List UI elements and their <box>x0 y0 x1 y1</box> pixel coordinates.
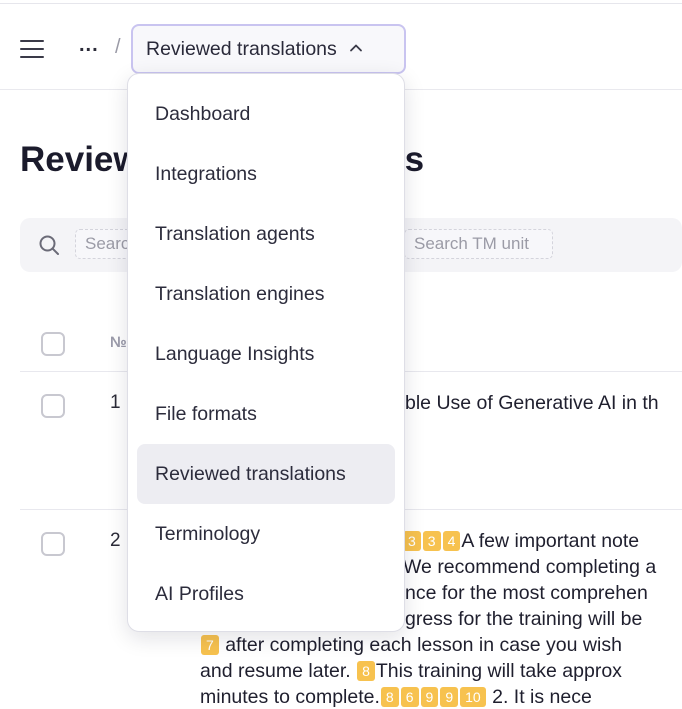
menu-item-terminology[interactable]: Terminology <box>128 504 404 564</box>
tag-marker: 8 <box>357 661 375 681</box>
search-icon[interactable] <box>38 234 60 256</box>
tag-marker: 6 <box>400 687 419 707</box>
tag-marker: 9 <box>440 687 459 707</box>
row-checkbox[interactable] <box>41 394 65 418</box>
row-source-text: ble Use of Generative AI in th <box>405 392 659 414</box>
segment-line: This training will take approx <box>375 660 622 682</box>
menu-item-translation-agents[interactable]: Translation agents <box>128 204 404 264</box>
select-all-checkbox[interactable] <box>41 332 65 356</box>
tag-marker: 3 <box>422 531 441 551</box>
row-number: 2 <box>110 530 121 551</box>
menu-item-file-formats[interactable]: File formats <box>128 384 404 444</box>
row-number: 1 <box>110 392 121 413</box>
hamburger-menu-icon[interactable] <box>20 39 44 59</box>
breadcrumb-current-label: Reviewed translations <box>146 37 337 60</box>
segment-line: and resume later. <box>200 660 357 682</box>
segment-line: nce for the most comprehen <box>405 582 648 604</box>
segment-line: A few important note <box>461 530 640 552</box>
tag-marker: 8 <box>380 687 399 707</box>
menu-item-ai-profiles[interactable]: AI Profiles <box>128 564 404 624</box>
breadcrumb-ellipsis[interactable]: ... <box>79 34 99 57</box>
segment-line: minutes to complete. <box>200 686 380 708</box>
breadcrumb-current-dropdown[interactable]: Reviewed translations <box>131 24 406 74</box>
menu-item-translation-engines[interactable]: Translation engines <box>128 264 404 324</box>
search-tm-unit-input[interactable]: Search TM unit <box>404 229 553 259</box>
segment-line: We recommend completing a <box>403 556 657 578</box>
breadcrumb-dropdown-menu: Dashboard Integrations Translation agent… <box>127 73 405 632</box>
menu-item-integrations[interactable]: Integrations <box>128 144 404 204</box>
tag-marker: 3 <box>403 531 421 551</box>
row-checkbox[interactable] <box>41 532 65 556</box>
menu-item-language-insights[interactable]: Language Insights <box>128 324 404 384</box>
menu-item-reviewed-translations[interactable]: Reviewed translations <box>128 444 404 504</box>
column-header-number: № <box>110 334 127 351</box>
search-source-input[interactable]: Searc <box>75 229 135 259</box>
segment-line: gress for the training will be <box>405 608 643 630</box>
tag-marker: 10 <box>460 687 486 707</box>
tag-marker: 9 <box>420 687 439 707</box>
breadcrumb-separator: / <box>115 36 121 58</box>
segment-line: 2. It is nece <box>486 686 592 708</box>
chevron-up-icon <box>349 39 363 55</box>
tag-marker: 7 <box>201 635 219 655</box>
segment-line: after completing each lesson in case you… <box>219 634 622 656</box>
menu-item-dashboard[interactable]: Dashboard <box>128 84 404 144</box>
tag-marker: 4 <box>442 531 461 551</box>
